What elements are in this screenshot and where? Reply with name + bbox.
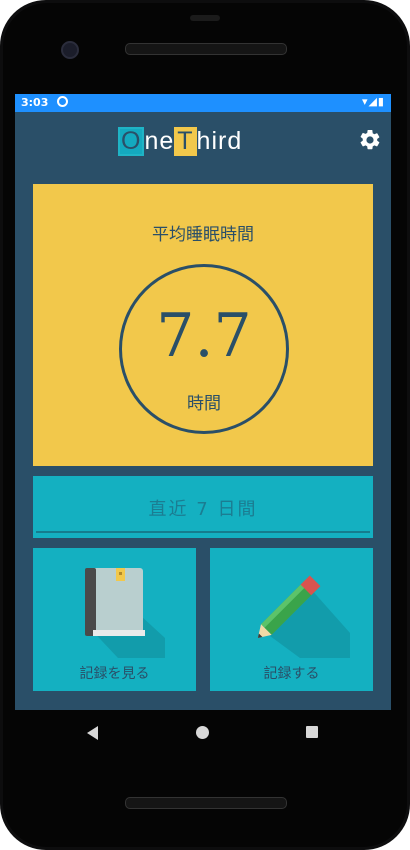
app-logo: One Third bbox=[118, 127, 242, 157]
navigation-bar bbox=[15, 710, 391, 755]
average-sleep-title: 平均睡眠時間 bbox=[152, 225, 254, 245]
logo-letter-t: T bbox=[174, 127, 197, 156]
period-underline bbox=[36, 531, 370, 533]
home-icon[interactable] bbox=[196, 726, 209, 739]
back-icon[interactable] bbox=[87, 726, 98, 740]
bottom-speaker bbox=[125, 797, 287, 809]
phone-frame: 3:03 ▾◢▮ OneThird 平均睡眠時間 7.7 時間 直近 7 日間 bbox=[0, 0, 410, 850]
logo-text-hird: hird bbox=[196, 127, 243, 155]
average-sleep-unit: 時間 bbox=[187, 394, 221, 414]
record-button[interactable]: 記録する bbox=[210, 548, 373, 691]
average-sleep-card: 平均睡眠時間 7.7 時間 bbox=[33, 184, 373, 466]
average-sleep-value: 7.7 bbox=[156, 301, 252, 371]
sync-icon bbox=[57, 96, 68, 107]
logo-text-ne: ne bbox=[144, 127, 175, 155]
recent-apps-icon[interactable] bbox=[306, 726, 318, 738]
status-time: 3:03 bbox=[21, 96, 49, 109]
period-label: 直近 7 日間 bbox=[148, 499, 258, 520]
record-label: 記録する bbox=[263, 666, 320, 682]
app-screen: 3:03 ▾◢▮ OneThird 平均睡眠時間 7.7 時間 直近 7 日間 bbox=[15, 94, 391, 710]
view-records-button[interactable]: 記録を見る bbox=[33, 548, 196, 691]
top-sensor bbox=[190, 15, 220, 21]
view-records-label: 記録を見る bbox=[79, 666, 150, 682]
average-sleep-circle: 7.7 時間 bbox=[119, 264, 289, 434]
status-bar: 3:03 ▾◢▮ bbox=[15, 94, 391, 112]
logo-letter-o: O bbox=[118, 127, 145, 156]
period-selector[interactable]: 直近 7 日間 bbox=[33, 476, 373, 538]
front-camera bbox=[61, 41, 79, 59]
top-speaker bbox=[125, 43, 287, 55]
status-icons: ▾◢▮ bbox=[361, 95, 385, 108]
app-bar: One Third bbox=[15, 112, 391, 170]
gear-icon[interactable] bbox=[358, 128, 382, 152]
